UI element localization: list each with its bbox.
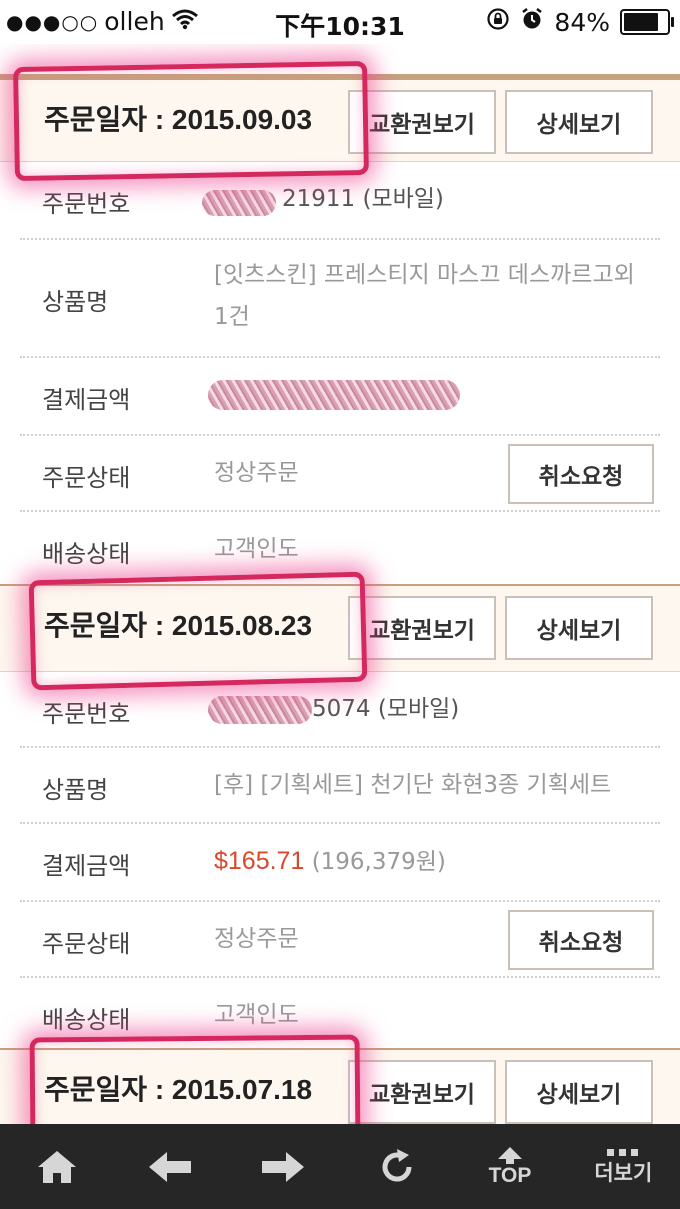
order-number-value: 21911 (모바일) [282,186,444,212]
more-label: 더보기 [594,1161,653,1185]
redacted-mark [208,380,460,410]
home-button[interactable] [7,1124,107,1209]
shipping-status-value: 고객인도 [214,1002,299,1028]
shipping-status-value: 고객인도 [214,536,299,562]
order-number-row: 주문번호 21911 (모바일) [20,162,660,240]
payment-row: 결제금액 $165.71 (196,379원) [20,824,660,902]
rotation-lock-icon [486,7,510,37]
order-number-label: 주문번호 [42,190,131,218]
order-status-row: 주문상태 정상주문 취소요청 [20,436,660,512]
top-label: TOP [488,1163,532,1187]
order-number-row: 주문번호 5074 (모바일) [20,672,660,748]
order-status-value: 정상주문 [214,460,299,486]
order-status-label: 주문상태 [42,464,131,492]
exchange-voucher-button[interactable]: 교환권보기 [348,596,496,660]
order-status-label: 주문상태 [42,930,131,958]
product-label: 상품명 [42,776,109,804]
cancel-request-button[interactable]: 취소요청 [508,444,654,504]
product-name-link[interactable]: [후] [기획세트] 천기단 화현3종 기획세트 [214,764,611,806]
home-icon [37,1150,76,1183]
shipping-status-row: 배송상태 고객인도 [20,512,660,584]
details-button[interactable]: 상세보기 [505,1060,653,1124]
battery-level [624,13,658,31]
product-name-link[interactable]: [잇츠스킨] 프레스티지 마스끄 데스까르고외 1건 [214,254,654,338]
order-number-value: 5074 (모바일) [312,696,460,722]
order-date: 주문일자 : 2015.09.03 [44,104,313,135]
forward-button[interactable] [233,1124,333,1209]
product-row: 상품명 [후] [기획세트] 천기단 화현3종 기획세트 [20,748,660,824]
bottom-toolbar: TOP 더보기 [0,1124,680,1209]
order-list[interactable]: 주문일자 : 2015.09.03 교환권보기 상세보기 주문번호 21911 … [0,44,680,1124]
top-button[interactable]: TOP [460,1124,560,1209]
forward-arrow-icon [262,1151,305,1182]
more-icon [607,1148,639,1156]
order-status-row: 주문상태 정상주문 취소요청 [20,902,660,978]
exchange-voucher-button[interactable]: 교환권보기 [348,90,496,154]
payment-row: 결제금액 [20,358,660,436]
redacted-mark [208,696,312,724]
status-right: 84% [486,7,674,37]
battery-icon [620,9,674,35]
exchange-voucher-button[interactable]: 교환권보기 [348,1060,496,1124]
order-date: 주문일자 : 2015.07.18 [44,1074,313,1105]
product-row: 상품명 [잇츠스킨] 프레스티지 마스끄 데스까르고외 1건 [20,240,660,358]
more-button[interactable]: 더보기 [573,1124,673,1209]
shipping-status-row: 배송상태 고객인도 [20,978,660,1048]
payment-label: 결제금액 [42,852,131,880]
battery-cap [671,17,674,27]
back-arrow-icon [148,1151,191,1182]
top-icon [497,1146,522,1164]
details-button[interactable]: 상세보기 [505,90,653,154]
order-number-label: 주문번호 [42,700,131,728]
order-header: 주문일자 : 2015.09.03 교환권보기 상세보기 [0,74,680,162]
order-status-value: 정상주문 [214,926,299,952]
cancel-request-button[interactable]: 취소요청 [508,910,654,970]
payment-value: $165.71 (196,379원) [214,840,446,883]
back-button[interactable] [120,1124,220,1209]
battery-percent: 84% [554,7,610,37]
payment-usd: $165.71 [214,847,305,875]
shipping-status-label: 배송상태 [42,540,131,568]
order-date: 주문일자 : 2015.08.23 [44,610,313,641]
payment-krw: (196,379원) [311,849,446,875]
refresh-icon [382,1148,412,1181]
payment-label: 결제금액 [42,386,131,414]
redacted-mark [202,190,276,216]
product-label: 상품명 [42,288,109,316]
order-header: 주문일자 : 2015.08.23 교환권보기 상세보기 [0,584,680,672]
shipping-status-label: 배송상태 [42,1006,131,1034]
refresh-button[interactable] [347,1124,447,1209]
status-bar: ●●●○○ olleh 下午10:31 84% [0,0,680,44]
order-header: 주문일자 : 2015.07.18 교환권보기 상세보기 [0,1048,680,1124]
alarm-icon [520,7,544,37]
details-button[interactable]: 상세보기 [505,596,653,660]
